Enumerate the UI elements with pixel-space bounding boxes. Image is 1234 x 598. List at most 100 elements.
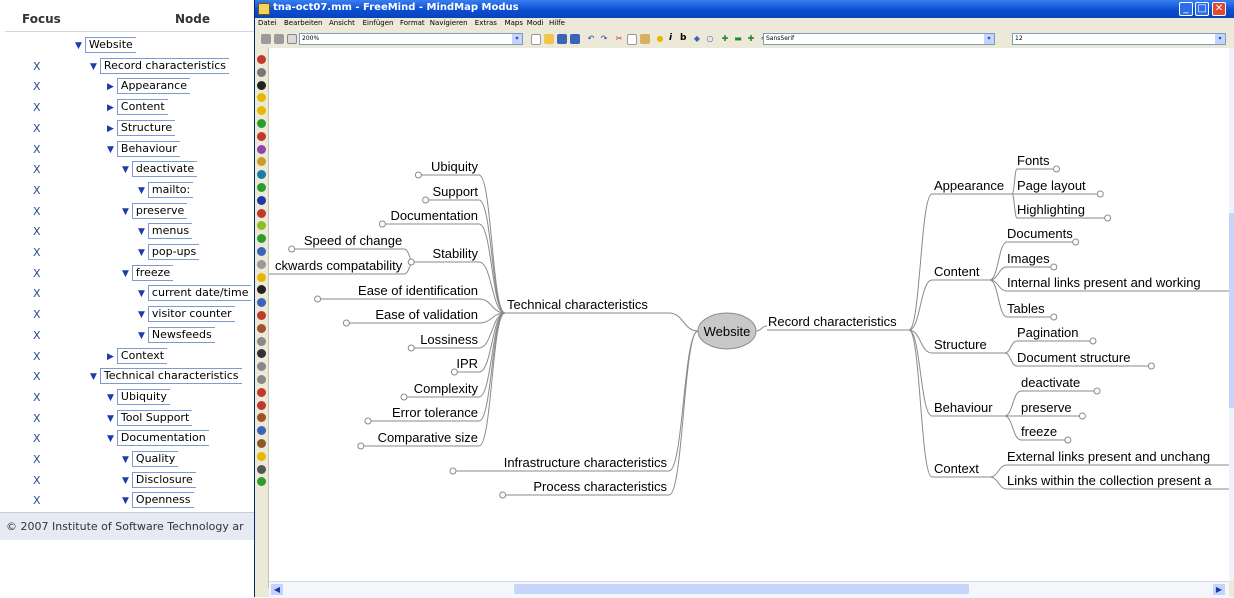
fold-indicator[interactable] [414,171,422,179]
tree-node[interactable]: ▼ Website [75,37,136,53]
fold-indicator[interactable] [400,393,408,401]
mindmap-node[interactable]: Support [432,184,478,199]
glasses-icon[interactable] [257,362,266,372]
collapse-icon[interactable]: ▼ [122,207,129,217]
collapse-icon[interactable]: ▼ [138,331,145,341]
focus-toggle[interactable]: X [33,225,41,238]
fold-indicator[interactable] [1050,313,1058,321]
collapse-icon[interactable]: ▼ [107,434,114,444]
fold-indicator[interactable] [1104,214,1112,222]
tree-node[interactable]: ▼ Documentation [107,430,209,447]
tree-row[interactable]: X ▼ Disclosure [5,471,260,491]
collapse-icon[interactable]: ▼ [122,165,129,175]
focus-toggle[interactable]: X [33,143,41,156]
focus-toggle[interactable]: X [33,308,41,321]
priority-2-icon[interactable] [257,157,266,167]
bold-icon[interactable]: b [680,33,686,43]
tree-node[interactable]: ▼ current date/time [138,285,252,302]
focus-toggle[interactable]: X [33,246,41,259]
focus-toggle[interactable]: X [33,370,41,383]
fold-indicator[interactable] [364,417,372,425]
fold-indicator[interactable] [357,442,365,450]
tree-node[interactable]: ▼ Ubiquity [107,388,170,405]
tree-row[interactable]: X ▼ Technical characteristics [5,367,260,387]
fold-indicator[interactable] [1050,263,1058,271]
mindmap-node[interactable]: Page layout [1017,178,1086,193]
focus-toggle[interactable]: X [33,494,41,507]
menu-item[interactable]: Datei [258,19,277,27]
focus-toggle[interactable]: X [33,453,41,466]
focus-toggle[interactable]: X [33,122,41,135]
tree-row[interactable]: ▼ Website [5,36,260,56]
tree-row[interactable]: X ▼ deactivate [5,160,260,180]
tree-node[interactable]: ▶ Context [107,347,168,364]
tree-row[interactable]: X ▼ Openness [5,491,260,511]
tree-row[interactable]: X ▼ visitor counter [5,305,260,325]
priority-6-icon[interactable] [257,208,266,218]
mindmap-node[interactable]: External links present and unchang [1007,449,1210,464]
tree-node[interactable]: ▼ Tool Support [107,409,193,426]
horizontal-scroll-thumb[interactable] [514,584,969,594]
menu-item[interactable]: Modi [527,19,544,27]
tree-node[interactable]: ▶ Content [107,99,168,116]
collapse-icon[interactable]: ▼ [107,414,114,424]
paste-icon[interactable] [640,34,650,44]
mindmap-node[interactable]: Speed of change [304,233,402,248]
mindmap-node[interactable]: freeze [1021,424,1057,439]
close-icon[interactable]: ✕ [1212,2,1226,16]
focus-toggle[interactable]: X [33,350,41,363]
mindmap-node[interactable]: ckwards compatability [275,258,403,273]
open-icon[interactable] [544,34,554,44]
cut-icon[interactable]: ✂ [614,34,624,44]
mindmap-node[interactable]: Ease of validation [375,307,478,322]
expand-icon[interactable]: ▶ [107,124,114,134]
priority-3-icon[interactable] [257,170,266,180]
mindmap-node[interactable]: Lossiness [420,332,478,347]
mindmap-node[interactable]: preserve [1021,400,1072,415]
remove-node-icon[interactable]: ▬ [733,34,743,44]
smiley-icon[interactable] [257,272,266,282]
tree-node[interactable]: ▼ deactivate [122,161,198,178]
mindmap-node[interactable]: Behaviour [934,400,993,415]
priority-1-icon[interactable] [257,144,266,154]
tree-row[interactable]: X ▼ Record characteristics [5,57,260,77]
priority-7-icon[interactable] [257,221,266,231]
menu-item[interactable]: Einfügen [363,19,394,27]
focus-toggle[interactable]: X [33,391,41,404]
ladybug-icon[interactable] [257,477,266,487]
mindmap-node[interactable]: Complexity [414,381,479,396]
warning-icon[interactable] [257,93,266,103]
focus-toggle[interactable]: X [33,163,41,176]
focus-toggle[interactable]: X [33,267,41,280]
tree-row[interactable]: X ▶ Context [5,347,260,367]
collapse-icon[interactable]: ▼ [90,62,97,72]
tree-node[interactable]: ▼ preserve [122,202,188,219]
focus-toggle[interactable]: X [33,101,41,114]
idea-icon[interactable] [257,106,266,116]
focus-toggle[interactable]: X [33,80,41,93]
menu-item[interactable]: Bearbeiten [284,19,322,27]
tree-node[interactable]: ▼ pop-ups [138,244,200,260]
fold-indicator[interactable] [422,196,430,204]
fold-indicator[interactable] [1089,337,1097,345]
save-as-icon[interactable] [570,34,580,44]
tree-row[interactable]: X ▼ Behaviour [5,140,260,160]
pin-icon[interactable] [257,311,266,320]
color-icon[interactable]: ◆ [692,34,702,44]
menu-item[interactable]: Maps [505,19,523,27]
fold-indicator[interactable] [342,319,350,327]
collapse-icon[interactable]: ▼ [122,269,129,279]
scroll-left-icon[interactable]: ◀ [271,584,283,595]
collapse-icon[interactable]: ▼ [122,476,129,486]
fold-indicator[interactable] [1093,387,1101,395]
title-bar[interactable]: tna-oct07.mm - FreeMind - MindMap Modus … [255,0,1234,18]
menu-item[interactable]: Format [400,19,425,27]
mindmap-node[interactable]: Document structure [1017,350,1130,365]
delete-icon[interactable] [257,55,266,64]
vertical-scroll-thumb[interactable] [1229,213,1234,408]
tree-node[interactable]: ▶ Appearance [107,78,190,95]
collapse-icon[interactable]: ▼ [122,455,129,465]
fold-indicator[interactable] [1096,190,1104,198]
fold-indicator[interactable] [1147,362,1155,370]
forward-arrow-icon[interactable] [257,247,266,256]
